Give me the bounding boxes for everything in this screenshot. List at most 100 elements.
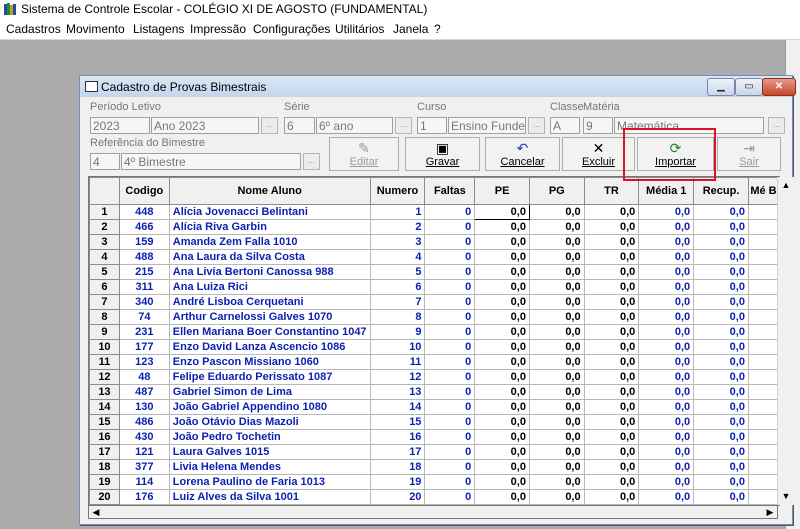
cell-media1[interactable]: 0,0 (638, 459, 695, 475)
table-row[interactable]: 6 311 Ana Luiza Rici 6 0 0,0 0,0 0,0 0,0 0,0 (89, 279, 779, 295)
cell-recup[interactable]: 0,0 (693, 489, 749, 505)
cell-pg[interactable]: 0,0 (528, 279, 585, 295)
cell-media1[interactable]: 0,0 (638, 204, 695, 220)
minimize-button[interactable]: ▁ (707, 78, 735, 96)
cell-media-b[interactable] (747, 384, 779, 400)
cell-recup[interactable]: 0,0 (693, 459, 749, 475)
cell-faltas[interactable]: 0 (424, 414, 476, 430)
cell-faltas[interactable]: 0 (424, 459, 476, 475)
vertical-scrollbar[interactable]: ▲ ▼ (777, 177, 794, 505)
cell-tr[interactable]: 0,0 (583, 324, 640, 340)
menu-listagens[interactable]: Listagens (133, 22, 184, 36)
cell-media-b[interactable] (747, 309, 779, 325)
cell-media-b[interactable] (747, 399, 779, 415)
cell-tr[interactable]: 0,0 (583, 249, 640, 265)
cell-pe[interactable]: 0,0 (474, 339, 530, 355)
cell-media1[interactable]: 0,0 (638, 249, 695, 265)
cell-media-b[interactable] (747, 204, 779, 220)
cell-pe[interactable]: 0,0 (474, 294, 530, 310)
table-row[interactable]: 2 466 Alícia Riva Garbin 2 0 0,0 0,0 0,0 0,0 0,0 (89, 219, 779, 235)
cell-pg[interactable]: 0,0 (528, 294, 585, 310)
col-pe-header[interactable]: PE (474, 177, 530, 205)
cell-tr[interactable]: 0,0 (583, 219, 640, 235)
cell-recup[interactable]: 0,0 (693, 279, 749, 295)
cell-faltas[interactable]: 0 (424, 309, 476, 325)
cell-recup[interactable]: 0,0 (693, 429, 749, 445)
cell-tr[interactable]: 0,0 (583, 459, 640, 475)
table-row[interactable]: 8 74 Arthur Carnelossi Galves 1070 8 0 0,0 0,0… (89, 309, 779, 325)
col-media-b-header[interactable]: Mé B (747, 177, 779, 205)
menu-help[interactable]: ? (434, 22, 441, 36)
col-codigo-header[interactable]: Codigo (118, 177, 170, 205)
cell-media1[interactable]: 0,0 (638, 369, 695, 385)
cell-tr[interactable]: 0,0 (583, 444, 640, 460)
cell-pg[interactable]: 0,0 (528, 444, 585, 460)
cell-tr[interactable]: 0,0 (583, 414, 640, 430)
cell-media-b[interactable] (747, 354, 779, 370)
cell-tr[interactable]: 0,0 (583, 474, 640, 490)
cell-pg[interactable]: 0,0 (528, 264, 585, 280)
table-row[interactable]: 11 123 Enzo Pascon Missiano 1060 11 0 0,0 0,0 0… (89, 354, 779, 370)
cell-recup[interactable]: 0,0 (693, 249, 749, 265)
cell-media-b[interactable] (747, 369, 779, 385)
cell-media-b[interactable] (747, 459, 779, 475)
serie-code-field[interactable]: 6 (284, 117, 315, 134)
cell-recup[interactable]: 0,0 (693, 414, 749, 430)
menu-configuracoes[interactable]: Configurações (253, 22, 330, 36)
periodo-lookup-button[interactable]: ... (261, 117, 278, 134)
cell-pe[interactable]: 0,0 (474, 489, 530, 505)
maximize-button[interactable]: ▭ (735, 78, 763, 96)
menu-movimento[interactable]: Movimento (66, 22, 125, 36)
cell-media1[interactable]: 0,0 (638, 399, 695, 415)
serie-desc-field[interactable]: 6º ano (316, 117, 393, 134)
sair-button[interactable]: ⇥ Sair (717, 137, 781, 171)
cell-pe[interactable]: 0,0 (474, 459, 530, 475)
cell-recup[interactable]: 0,0 (693, 324, 749, 340)
cell-pg[interactable]: 0,0 (528, 429, 585, 445)
cell-pe[interactable]: 0,0 (474, 444, 530, 460)
cell-media1[interactable]: 0,0 (638, 264, 695, 280)
cell-faltas[interactable]: 0 (424, 339, 476, 355)
col-tr-header[interactable]: TR (583, 177, 640, 205)
cell-pg[interactable]: 0,0 (528, 384, 585, 400)
cell-media-b[interactable] (747, 429, 779, 445)
menu-utilitarios[interactable]: Utilitários (335, 22, 384, 36)
cell-media1[interactable]: 0,0 (638, 384, 695, 400)
table-row[interactable]: 16 430 João Pedro Tochetin 16 0 0,0 0,0 0,0 0,0 0… (89, 429, 779, 445)
referencia-lookup-button[interactable]: ... (303, 153, 320, 170)
cell-tr[interactable]: 0,0 (583, 429, 640, 445)
periodo-code-field[interactable]: 2023 (90, 117, 150, 134)
cell-media1[interactable]: 0,0 (638, 444, 695, 460)
table-row[interactable]: 3 159 Amanda Zem Falla 1010 3 0 0,0 0,0 0,0 0,0 0… (89, 234, 779, 250)
students-grid[interactable]: Codigo Nome Aluno Numero Faltas PE PG TR… (88, 176, 780, 506)
cell-recup[interactable]: 0,0 (693, 204, 749, 220)
cell-media1[interactable]: 0,0 (638, 489, 695, 505)
cell-pe[interactable]: 0,0 (474, 369, 530, 385)
col-faltas-header[interactable]: Faltas (424, 177, 476, 205)
cell-recup[interactable]: 0,0 (693, 399, 749, 415)
cell-pe[interactable]: 0,0 (474, 474, 530, 490)
cell-tr[interactable]: 0,0 (583, 489, 640, 505)
close-button[interactable]: ✕ (762, 78, 796, 96)
cell-tr[interactable]: 0,0 (583, 204, 640, 220)
curso-desc-field[interactable]: Ensino Funde (448, 117, 526, 134)
cell-recup[interactable]: 0,0 (693, 234, 749, 250)
col-pg-header[interactable]: PG (528, 177, 585, 205)
cell-recup[interactable]: 0,0 (693, 384, 749, 400)
cell-pg[interactable]: 0,0 (528, 204, 585, 220)
cell-pe[interactable]: 0,0 (474, 324, 530, 340)
cell-media-b[interactable] (747, 414, 779, 430)
cell-pe[interactable]: 0,0 (474, 429, 530, 445)
cell-tr[interactable]: 0,0 (583, 354, 640, 370)
cell-faltas[interactable]: 0 (424, 429, 476, 445)
cell-recup[interactable]: 0,0 (693, 354, 749, 370)
cell-pg[interactable]: 0,0 (528, 249, 585, 265)
cell-pg[interactable]: 0,0 (528, 474, 585, 490)
cell-pe[interactable]: 0,0 (474, 354, 530, 370)
table-row[interactable]: 7 340 André Lisboa Cerquetani 7 0 0,0 0,0 0,0 0,… (89, 294, 779, 310)
cell-recup[interactable]: 0,0 (693, 444, 749, 460)
cell-recup[interactable]: 0,0 (693, 264, 749, 280)
cell-media1[interactable]: 0,0 (638, 219, 695, 235)
cell-faltas[interactable]: 0 (424, 204, 476, 220)
cell-faltas[interactable]: 0 (424, 384, 476, 400)
